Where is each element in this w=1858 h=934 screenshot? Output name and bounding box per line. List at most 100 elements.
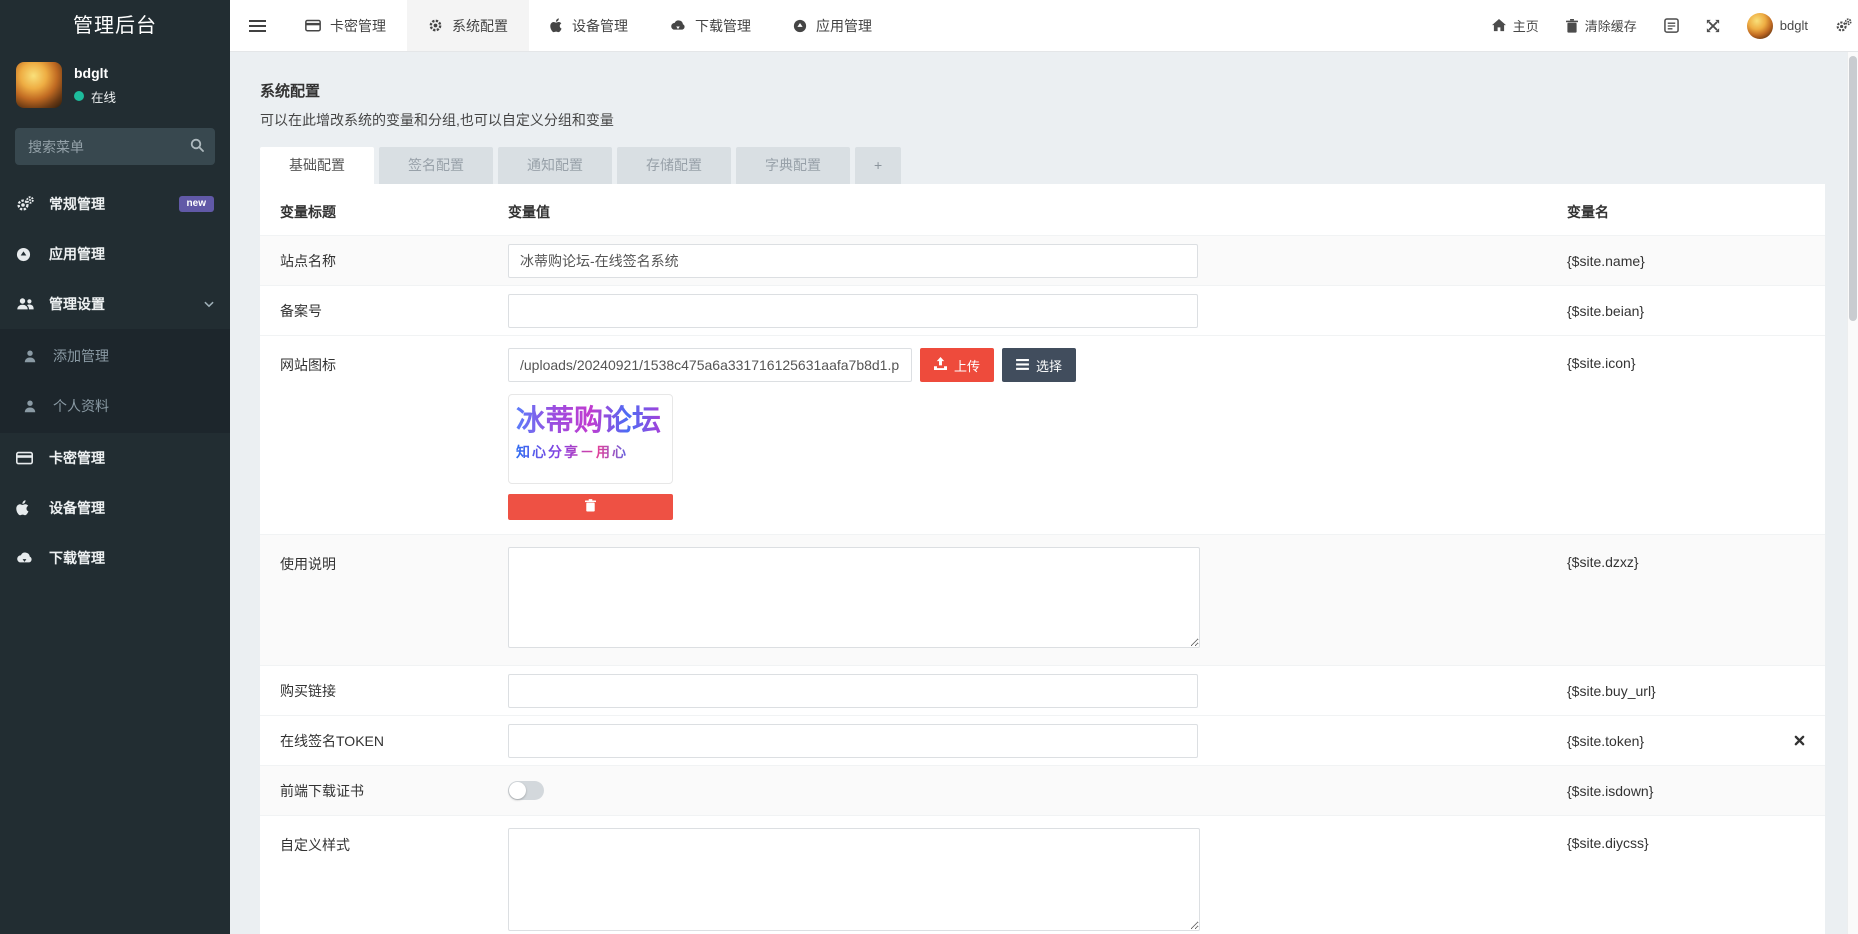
topbar-tab-apps[interactable]: 应用管理 (772, 0, 893, 51)
sidebar-item-general[interactable]: 常规管理 new (0, 179, 230, 229)
topbar-tab-devices[interactable]: 设备管理 (529, 0, 649, 51)
close-icon[interactable] (1794, 735, 1805, 746)
sidebar-item-add-admin[interactable]: 添加管理 (0, 331, 230, 381)
home-icon (1492, 19, 1506, 32)
cogs-icon (16, 196, 40, 212)
row-var-name: {$site.token} (1567, 733, 1805, 749)
tab-dict-config[interactable]: 字典配置 (736, 147, 850, 184)
user-menu[interactable]: bdglt (1747, 13, 1808, 39)
config-panel: 变量标题 变量值 变量名 站点名称 {$site.name} 备案号 {$sit… (260, 184, 1825, 934)
table-row: 备案号 {$site.beian} (260, 285, 1825, 335)
table-row: 前端下载证书 {$site.isdown} (260, 765, 1825, 815)
sidebar-item-label: 管理设置 (49, 294, 105, 314)
topbar-tab-label: 设备管理 (572, 16, 628, 36)
col-header-value: 变量值 (508, 202, 1567, 222)
topbar-tab-system-config[interactable]: 系统配置 (407, 0, 529, 51)
new-badge: new (179, 196, 214, 212)
topbar-username: bdglt (1780, 18, 1808, 33)
choose-button[interactable]: 选择 (1002, 348, 1076, 382)
page-title: 系统配置 (260, 80, 1825, 101)
table-row: 在线签名TOKEN {$site.token} (260, 715, 1825, 765)
language-button[interactable] (1664, 18, 1679, 33)
tab-sign-config[interactable]: 签名配置 (379, 147, 493, 184)
vertical-scrollbar[interactable] (1847, 52, 1858, 934)
sidebar-item-label: 下载管理 (49, 548, 105, 568)
app-brand: 管理后台 (0, 0, 230, 52)
settings-button[interactable] (1835, 18, 1852, 33)
sidebar-item-devices[interactable]: 设备管理 (0, 483, 230, 533)
beian-input[interactable] (508, 294, 1198, 328)
site-icon-preview-image[interactable]: 冰蒂购论坛 知心分享－用心 (508, 394, 673, 484)
page-subtitle: 可以在此增改系统的变量和分组,也可以自定义分组和变量 (260, 110, 1825, 130)
user-panel: bdglt 在线 (0, 52, 230, 120)
fullscreen-icon (1706, 19, 1720, 33)
delete-image-button[interactable] (508, 494, 673, 520)
sidebar: 管理后台 bdglt 在线 常规管理 new (0, 0, 230, 934)
row-var-name: {$site.buy_url} (1567, 683, 1805, 699)
row-label: 在线签名TOKEN (280, 731, 508, 751)
row-var-name: {$site.name} (1567, 253, 1805, 269)
sidebar-item-admin-settings[interactable]: 管理设置 (0, 279, 230, 329)
isdown-toggle[interactable] (508, 781, 544, 800)
tab-storage-config[interactable]: 存储配置 (617, 147, 731, 184)
site-icon-input[interactable] (508, 348, 912, 382)
sidebar-item-apps[interactable]: 应用管理 (0, 229, 230, 279)
app-circle-icon (793, 19, 807, 33)
buy-url-input[interactable] (508, 674, 1198, 708)
user-status: 在线 (74, 87, 116, 106)
table-row: 购买链接 {$site.buy_url} (260, 665, 1825, 715)
sidebar-item-label: 常规管理 (49, 194, 105, 214)
usage-notes-textarea[interactable] (508, 547, 1200, 648)
user-name: bdglt (74, 65, 116, 81)
topbar-tab-downloads[interactable]: 下载管理 (649, 0, 772, 51)
table-row: 网站图标 上传 (260, 335, 1825, 534)
row-label: 自定义样式 (280, 828, 508, 855)
col-header-title: 变量标题 (280, 202, 508, 222)
apple-icon (16, 500, 40, 516)
custom-css-textarea[interactable] (508, 828, 1200, 931)
preview-text-line2: 知心分享－用心 (516, 442, 665, 462)
trash-icon (585, 499, 596, 515)
clear-cache-label: 清除缓存 (1585, 16, 1637, 35)
row-var-name: {$site.isdown} (1567, 783, 1805, 799)
upload-button[interactable]: 上传 (920, 348, 994, 382)
avatar (16, 62, 62, 108)
search-icon[interactable] (190, 138, 204, 155)
tab-notify-config[interactable]: 通知配置 (498, 147, 612, 184)
home-link[interactable]: 主页 (1492, 16, 1539, 35)
clear-cache-button[interactable]: 清除缓存 (1566, 16, 1637, 35)
sidebar-item-cards[interactable]: 卡密管理 (0, 433, 230, 483)
gear-icon (428, 18, 443, 33)
table-row: 使用说明 {$site.dzxz} (260, 534, 1825, 665)
row-label: 网站图标 (280, 348, 508, 375)
upload-label: 上传 (954, 356, 980, 375)
table-row: 站点名称 {$site.name} (260, 235, 1825, 285)
sidebar-item-downloads[interactable]: 下载管理 (0, 533, 230, 583)
topbar-tab-label: 下载管理 (695, 16, 751, 36)
token-input[interactable] (508, 724, 1198, 758)
topbar: 卡密管理 系统配置 设备管理 下载管理 (230, 0, 1858, 52)
app-root: 管理后台 bdglt 在线 常规管理 new (0, 0, 1858, 934)
home-label: 主页 (1513, 16, 1539, 35)
row-var-name: {$site.dzxz} (1567, 547, 1805, 570)
tab-add-group[interactable]: + (855, 147, 901, 184)
hamburger-menu-icon[interactable] (230, 0, 284, 51)
preview-text-line1: 冰蒂购论坛 (516, 401, 665, 442)
page-content: 系统配置 可以在此增改系统的变量和分组,也可以自定义分组和变量 基础配置 签名配… (230, 52, 1858, 934)
fullscreen-button[interactable] (1706, 19, 1720, 33)
tab-basic-config[interactable]: 基础配置 (260, 147, 374, 184)
config-tabs: 基础配置 签名配置 通知配置 存储配置 字典配置 + (260, 147, 1825, 184)
upload-icon (934, 357, 947, 373)
topbar-tab-label: 应用管理 (816, 16, 872, 36)
main-area: 卡密管理 系统配置 设备管理 下载管理 (230, 0, 1858, 934)
sidebar-item-label: 应用管理 (49, 244, 105, 264)
col-header-name: 变量名 (1567, 202, 1805, 222)
sidebar-item-profile[interactable]: 个人资料 (0, 381, 230, 431)
topbar-tab-cards[interactable]: 卡密管理 (284, 0, 407, 51)
site-name-input[interactable] (508, 244, 1198, 278)
scrollbar-thumb[interactable] (1849, 56, 1857, 321)
row-label: 前端下载证书 (280, 781, 508, 801)
search-input[interactable] (15, 128, 215, 165)
online-dot-icon (74, 91, 84, 101)
online-label: 在线 (91, 87, 116, 106)
